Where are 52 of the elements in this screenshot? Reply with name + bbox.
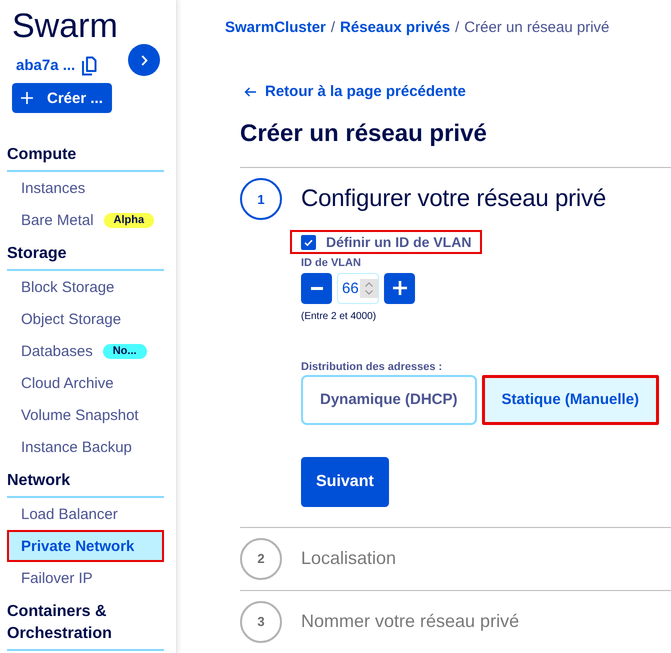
app-title: Swarm: [12, 8, 118, 44]
address-option[interactable]: Dynamique (DHCP): [301, 374, 477, 424]
vlan-id-field[interactable]: 66: [337, 272, 379, 304]
address-option[interactable]: Statique (Manuelle): [482, 374, 660, 424]
sidebar-item[interactable]: Load Balancer: [7, 498, 164, 530]
step-number: 1: [240, 178, 282, 220]
minus-icon: [310, 286, 322, 290]
step-title: Configurer votre réseau privé: [301, 185, 606, 213]
step-number: 3: [240, 600, 282, 642]
step-number: 2: [240, 538, 282, 580]
field-label: ID de VLAN: [301, 256, 361, 268]
copy-icon[interactable]: [81, 56, 98, 76]
vlan-checkbox[interactable]: Définir un ID de VLAN: [290, 230, 482, 254]
chevron-right-icon: [140, 54, 148, 66]
breadcrumb-link[interactable]: SwarmCluster: [225, 18, 326, 38]
sidebar-item[interactable]: Instances: [7, 172, 164, 204]
sidebar-item[interactable]: Volume Snapshot: [7, 399, 164, 431]
status-badge: Alpha: [104, 212, 154, 228]
page-title: Créer un réseau privé: [240, 119, 487, 149]
increment-button[interactable]: [384, 272, 415, 304]
sidebar-item[interactable]: Bare Metal Alpha: [7, 204, 164, 236]
breadcrumb-separator: /: [455, 18, 460, 38]
expand-button[interactable]: [128, 44, 160, 76]
arrow-left-icon: [244, 87, 256, 97]
section-heading: Compute: [7, 140, 164, 172]
sidebar-item[interactable]: Failover IP: [7, 562, 164, 594]
create-button[interactable]: Créer ...: [12, 83, 112, 113]
section-heading: Containers & Orchestration: [7, 597, 164, 651]
step-title: Localisation: [301, 548, 396, 569]
sidebar-item[interactable]: Private Network: [7, 530, 164, 562]
sidebar-item[interactable]: Object Storage: [7, 303, 164, 335]
decrement-button[interactable]: [301, 272, 332, 304]
next-button[interactable]: Suivant: [301, 456, 389, 506]
sidebar-item[interactable]: Databases No...: [7, 335, 164, 367]
breadcrumb-current: Créer un réseau privé: [464, 18, 610, 38]
sidebar-item[interactable]: Cloud Archive: [7, 367, 164, 399]
breadcrumb-link[interactable]: Réseaux privés: [340, 18, 450, 38]
breadcrumb-separator: /: [330, 18, 336, 38]
status-badge: No...: [102, 344, 147, 358]
spin-arrows-icon[interactable]: [360, 278, 378, 298]
field-label: Distribution des adresses :: [301, 360, 442, 372]
section-heading: Storage: [7, 239, 164, 271]
project-id: aba7a ...: [16, 57, 76, 75]
step-title: Nommer votre réseau privé: [301, 611, 520, 632]
section-heading: Network: [7, 466, 164, 498]
back-link[interactable]: Retour à la page précédente: [244, 82, 466, 102]
plus-icon: [392, 281, 406, 295]
field-hint: (Entre 2 et 4000): [301, 310, 376, 322]
checkbox-icon[interactable]: [301, 234, 316, 250]
sidebar-item[interactable]: Instance Backup: [7, 431, 164, 463]
plus-icon: [21, 92, 33, 104]
sidebar-item[interactable]: Block Storage: [7, 271, 164, 303]
